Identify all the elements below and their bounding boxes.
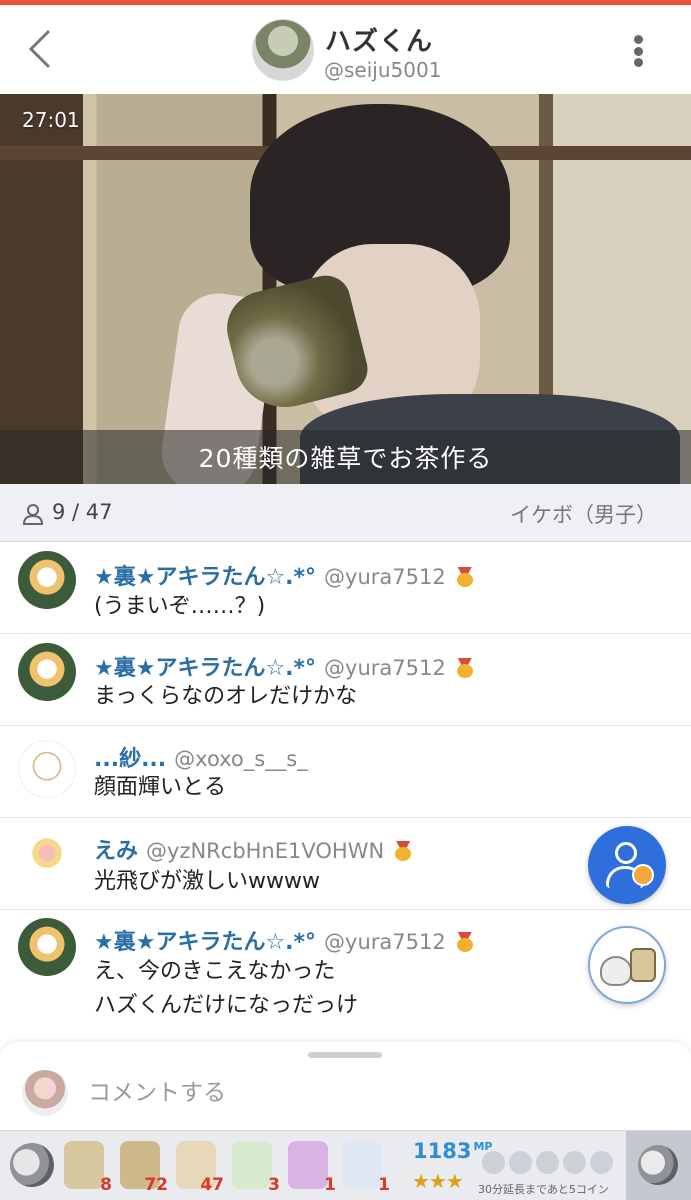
commenter-name[interactable]: ...紗... @xoxo_s__s_ [94,741,308,773]
commenter-display-name: ★裏★アキラたん☆.*° [94,930,317,955]
follow-button[interactable] [588,826,666,904]
medal-icon [456,658,474,678]
comment-text: え、今のきこえなかった [94,959,336,984]
stream-caption-bar: 20種類の雑草でお茶作る [0,430,691,484]
purple-bear-icon [288,1141,328,1189]
commenter-handle: @yura7512 [324,930,446,954]
stream-info-bar: 9 / 47 イケボ（男子） [0,484,691,542]
comment-text: (うまいぞ……？) [94,594,266,619]
viewer-count: 9 / 47 [52,500,113,524]
person-check-icon [615,842,637,864]
coin-icon[interactable] [3,1136,61,1194]
comment-text: 顔面輝いとる [94,775,227,800]
commenter-handle: @xoxo_s__s_ [174,747,308,771]
comment-item: ...紗... @xoxo_s__s_ 顔面輝いとる [0,726,691,818]
gift-item[interactable]: 47 [174,1139,224,1195]
medal-icon [456,567,474,587]
gift-count: 72 [144,1175,168,1195]
commenter-display-name: ★裏★アキラたん☆.*° [94,565,317,590]
progress-dot [536,1151,559,1174]
stream-title: 20種類の雑草でお茶作る [198,444,493,473]
gift-count: 1 [324,1175,336,1195]
commenter-name[interactable]: えみ @yzNRcbHnE1VOHWN [94,833,412,865]
commenter-name[interactable]: ★裏★アキラたん☆.*° @yura7512 [94,650,474,682]
person-icon [22,504,44,525]
commenter-avatar[interactable] [18,830,76,888]
drag-handle[interactable] [308,1052,382,1058]
commenter-handle: @yura7512 [324,565,446,589]
commenter-avatar[interactable] [18,551,76,609]
gift-item[interactable]: 1 [286,1139,336,1195]
commenter-avatar[interactable] [18,918,76,976]
commenter-name[interactable]: ★裏★アキラたん☆.*° @yura7512 [94,559,474,591]
gift-count: 3 [268,1175,280,1195]
gift-count: 1 [378,1175,390,1195]
ghost-penguin-icon [342,1141,382,1189]
gift-item[interactable]: 1 [340,1139,390,1195]
back-button[interactable] [18,23,62,75]
coin-button[interactable] [626,1131,691,1200]
commenter-avatar[interactable] [18,643,76,701]
more-dot-icon [633,58,643,67]
check-badge-icon [632,864,654,886]
progress-dot [563,1151,586,1174]
medal-icon [394,841,412,861]
comment-text: まっくらなのオレだけかな [94,684,358,709]
stream-timer: 27:01 [22,108,80,132]
mp-value: 1183 [413,1139,472,1163]
broadcaster-handle: @seiju5001 [324,58,442,82]
tea-can-icon [630,948,656,982]
commenter-avatar[interactable] [18,740,76,798]
comment-item: ★裏★アキラたん☆.*° @yura7512 (うまいぞ……？) [0,542,691,634]
tea-cup-10-icon [64,1141,104,1189]
more-dot-icon [633,35,643,44]
comment-text: ハズくんだけになっだっけ [94,993,359,1018]
comment-input[interactable] [88,1072,648,1114]
medal-icon [456,932,474,952]
gift-shortcut-button[interactable] [588,926,666,1004]
progress-dot [482,1151,505,1174]
gift-count: 47 [200,1175,224,1195]
stream-category[interactable]: イケボ（男子） [510,499,657,529]
extend-progress-dots [482,1151,613,1174]
progress-dot [590,1151,613,1174]
more-options-button[interactable] [620,29,656,73]
extend-info: 30分延長まであと5コイン [478,1183,609,1196]
commenter-handle: @yura7512 [324,656,446,680]
commenter-name[interactable]: ★裏★アキラたん☆.*° @yura7512 [94,924,474,956]
broadcaster-avatar[interactable] [252,19,314,81]
more-dot-icon [633,46,643,56]
gift-item[interactable]: 8 [62,1139,112,1195]
bird-icon [600,956,632,986]
mp-balance: 1183 MP [413,1139,492,1163]
commenter-display-name: えみ [94,839,139,864]
commenter-handle: @yzNRcbHnE1VOHWN [146,839,385,863]
gift-count: 8 [100,1175,112,1195]
progress-dot [509,1151,532,1174]
comment-item: ★裏★アキラたん☆.*° @yura7512 まっくらなのオレだけかな [0,634,691,726]
comment-text: 光飛びが激しいwwww [94,869,320,894]
frog-headphones-icon [232,1141,272,1189]
comment-item: ★裏★アキラたん☆.*° @yura7512 え、今のきこえなかった ハズくんだけ… [0,910,691,1038]
broadcaster-name: ハズくん [325,27,434,57]
commenter-display-name: ★裏★アキラたん☆.*° [94,656,317,681]
gift-item[interactable]: 3 [230,1139,280,1195]
comment-panel [0,1042,691,1130]
rank-stars: ★★★ [412,1169,464,1193]
profile-header: ハズくん @seiju5001 [0,5,691,94]
live-video[interactable]: 27:01 20種類の雑草でお茶作る [0,94,691,484]
commenter-display-name: ...紗... [94,747,167,772]
chevron-left-icon [28,29,51,69]
gift-item[interactable]: 72 [118,1139,168,1195]
gift-bar: 8 72 47 3 1 1 1183 MP ★★★ 30分延長まであと5コイン [0,1130,691,1200]
my-avatar [22,1070,68,1116]
